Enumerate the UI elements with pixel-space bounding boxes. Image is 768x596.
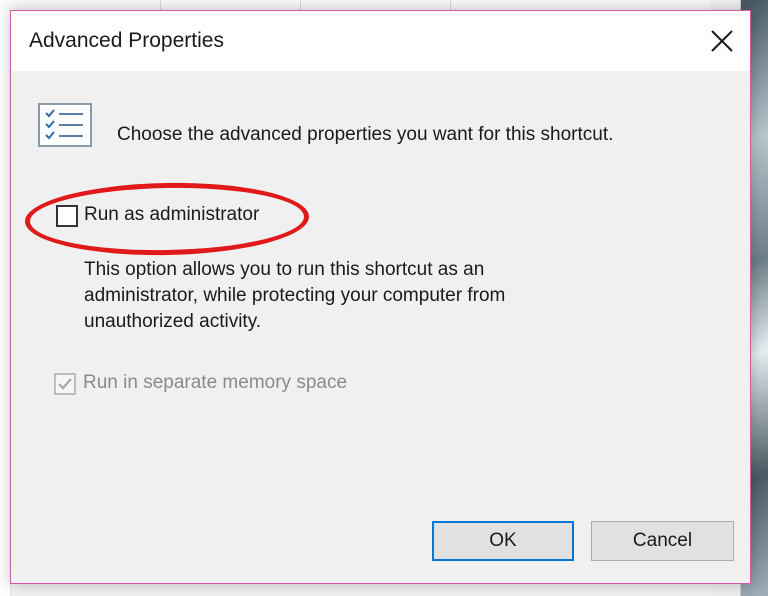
ok-button[interactable]: OK <box>432 521 574 561</box>
separate-memory-checkbox[interactable] <box>54 373 76 395</box>
close-icon <box>711 30 733 52</box>
intro-text: Choose the advanced properties you want … <box>117 124 614 145</box>
description-line: unauthorized activity. <box>84 311 262 332</box>
properties-list-icon <box>38 103 92 147</box>
separate-memory-label: Run in separate memory space <box>83 372 348 393</box>
advanced-properties-dialog: Advanced Properties Choose the advanced … <box>10 10 751 584</box>
cancel-button[interactable]: Cancel <box>591 521 734 561</box>
dialog-titlebar: Advanced Properties <box>11 11 750 71</box>
dialog-title: Advanced Properties <box>29 29 224 52</box>
run-as-administrator-label[interactable]: Run as administrator <box>84 204 259 226</box>
description-line: This option allows you to run this short… <box>84 259 485 280</box>
close-button[interactable] <box>694 11 750 71</box>
checkmark-icon <box>58 378 72 390</box>
run-as-administrator-checkbox[interactable] <box>56 205 78 227</box>
description-line: administrator, while protecting your com… <box>84 285 506 306</box>
run-as-admin-description: This option allows you to run this short… <box>84 257 604 335</box>
dialog-content: Choose the advanced properties you want … <box>11 71 750 583</box>
